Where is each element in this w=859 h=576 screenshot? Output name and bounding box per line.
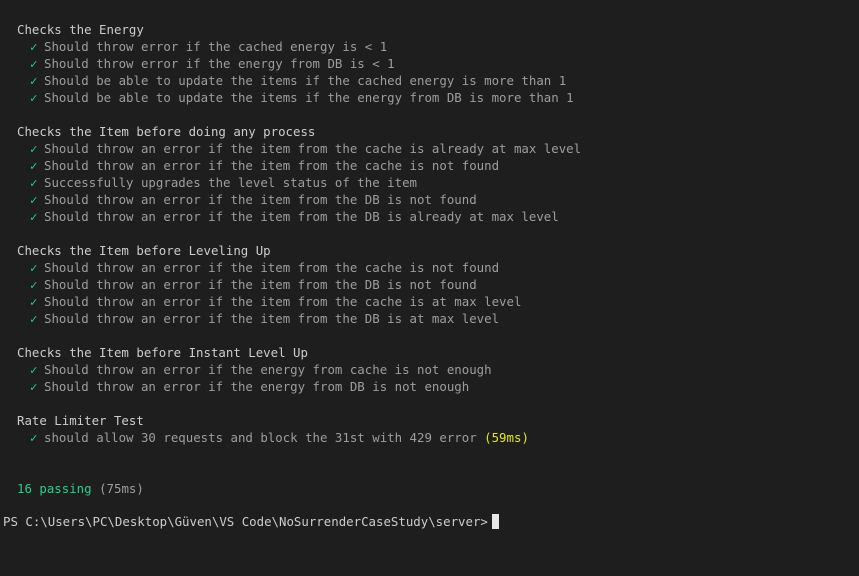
suite-title: Checks the Energy — [17, 22, 144, 37]
test-title: Should throw an error if the item from t… — [44, 294, 522, 309]
test-title: Successfully upgrades the level status o… — [44, 175, 417, 190]
shell-prompt[interactable]: PS C:\Users\PC\Desktop\Güven\VS Code\NoS… — [3, 513, 499, 530]
check-icon: ✓ — [30, 90, 38, 105]
check-icon: ✓ — [30, 141, 38, 156]
test-case: ✓ Should throw an error if the item from … — [17, 276, 521, 293]
test-title: Should throw an error if the energy from… — [44, 362, 492, 377]
check-icon: ✓ — [30, 294, 38, 309]
test-case: ✓ Should throw error if the energy from D… — [17, 55, 574, 72]
prompt-path: PS C:\Users\PC\Desktop\Güven\VS Code\NoS… — [3, 514, 488, 529]
test-case: ✓ Successfully upgrades the level status … — [17, 174, 581, 191]
total-duration: (75ms) — [99, 481, 144, 496]
test-suite: Checks the Item before doing any process… — [17, 123, 581, 225]
test-title: should allow 30 requests and block the 3… — [44, 430, 477, 445]
test-title: Should throw an error if the item from t… — [44, 158, 500, 173]
test-title: Should throw an error if the item from t… — [44, 141, 582, 156]
check-icon: ✓ — [30, 209, 38, 224]
test-title: Should throw an error if the item from t… — [44, 192, 477, 207]
test-title: Should throw an error if the item from t… — [44, 311, 500, 326]
test-title: Should throw an error if the item from t… — [44, 277, 477, 292]
check-icon: ✓ — [30, 311, 38, 326]
test-case: ✓ Should throw error if the cached energy… — [17, 38, 574, 55]
test-case: ✓ should allow 30 requests and block the … — [17, 429, 529, 446]
check-icon: ✓ — [30, 260, 38, 275]
test-case: ✓ Should throw an error if the item from … — [17, 293, 521, 310]
test-title: Should be able to update the items if th… — [44, 90, 574, 105]
suite-title: Rate Limiter Test — [17, 413, 144, 428]
test-suite: Checks the Energy ✓ Should throw error if… — [17, 21, 574, 106]
test-case: ✓ Should throw an error if the item from … — [17, 259, 521, 276]
check-icon: ✓ — [30, 362, 38, 377]
slow-duration: (59ms) — [484, 430, 529, 445]
test-title: Should be able to update the items if th… — [44, 73, 567, 88]
suite-title: Checks the Item before doing any process — [17, 124, 316, 139]
test-title: Should throw error if the cached energy … — [44, 39, 388, 54]
check-icon: ✓ — [30, 192, 38, 207]
check-icon: ✓ — [30, 379, 38, 394]
test-case: ✓ Should throw an error if the energy fro… — [17, 361, 492, 378]
test-case: ✓ Should throw an error if the item from … — [17, 157, 581, 174]
test-case: ✓ Should be able to update the items if t… — [17, 72, 574, 89]
check-icon: ✓ — [30, 175, 38, 190]
check-icon: ✓ — [30, 158, 38, 173]
test-title: Should throw an error if the item from t… — [44, 260, 500, 275]
suite-title: Checks the Item before Instant Level Up — [17, 345, 308, 360]
test-case: ✓ Should throw an error if the item from … — [17, 140, 581, 157]
test-case: ✓ Should throw an error if the item from … — [17, 191, 581, 208]
test-title: Should throw an error if the item from t… — [44, 209, 559, 224]
test-summary: 16 passing (75ms) — [17, 480, 144, 497]
check-icon: ✓ — [30, 73, 38, 88]
test-suite: Rate Limiter Test ✓ should allow 30 reque… — [17, 412, 529, 446]
suite-title: Checks the Item before Leveling Up — [17, 243, 271, 258]
check-icon: ✓ — [30, 277, 38, 292]
check-icon: ✓ — [30, 56, 38, 71]
check-icon: ✓ — [30, 430, 38, 445]
passing-count: 16 passing — [17, 481, 92, 496]
test-suite: Checks the Item before Instant Level Up … — [17, 344, 492, 395]
test-case: ✓ Should be able to update the items if t… — [17, 89, 574, 106]
terminal-panel[interactable]: Checks the Energy ✓ Should throw error if… — [0, 0, 859, 576]
check-icon: ✓ — [30, 39, 38, 54]
test-suite: Checks the Item before Leveling Up ✓ Shou… — [17, 242, 521, 327]
test-title: Should throw error if the energy from DB… — [44, 56, 395, 71]
test-title: Should throw an error if the energy from… — [44, 379, 470, 394]
text-cursor — [491, 514, 499, 529]
test-case: ✓ Should throw an error if the energy fro… — [17, 378, 492, 395]
test-case: ✓ Should throw an error if the item from … — [17, 310, 521, 327]
test-case: ✓ Should throw an error if the item from … — [17, 208, 581, 225]
